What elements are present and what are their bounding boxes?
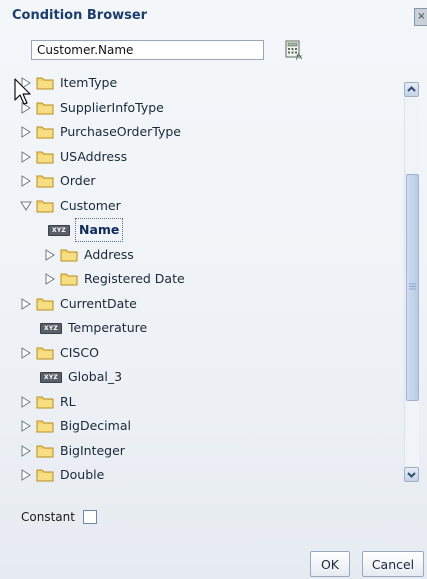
tree-scrollbar[interactable] <box>404 82 419 482</box>
constant-checkbox[interactable] <box>82 510 97 524</box>
folder-icon <box>36 126 54 139</box>
triangle-expander-icon[interactable] <box>20 346 32 359</box>
tree-item[interactable]: Double <box>20 464 104 486</box>
chevron-up-icon <box>407 86 416 92</box>
folder-icon <box>60 249 78 261</box>
tree-item-label: Temperature <box>68 320 148 335</box>
folder-icon <box>36 175 54 188</box>
condition-tree: ItemType SupplierInfoType PurchaseOrderT… <box>20 72 420 490</box>
triangle-expander-icon[interactable] <box>20 77 32 89</box>
tree-item[interactable]: Address <box>44 244 134 266</box>
scroll-up-button[interactable] <box>404 82 419 97</box>
condition-browser-dialog: Condition Browser × fx ItemType <box>0 0 427 579</box>
tree-item[interactable]: ItemType <box>20 72 117 94</box>
folder-icon <box>36 151 54 163</box>
triangle-expander-icon[interactable] <box>20 200 32 212</box>
expression-builder-icon[interactable]: fx <box>285 40 304 61</box>
tree-item-label: Address <box>84 246 134 262</box>
tree-item[interactable]: Registered Date <box>44 268 185 290</box>
tree-item-label: Global_3 <box>68 369 123 384</box>
triangle-expander-icon[interactable] <box>20 444 32 457</box>
tree-item[interactable]: CurrentDate <box>20 293 137 315</box>
tree-item-label: PurchaseOrderType <box>60 124 181 139</box>
tree-item[interactable]: RL <box>20 391 76 413</box>
folder-icon <box>36 298 54 310</box>
folder-icon <box>36 420 54 433</box>
constant-option: Constant <box>21 510 97 524</box>
folder-icon <box>36 396 54 408</box>
tree-item-label: Name <box>74 218 124 242</box>
tree-item[interactable]: CISCO <box>20 342 99 364</box>
triangle-expander-icon[interactable] <box>20 150 32 163</box>
tree-item[interactable]: Order <box>20 170 96 192</box>
ok-button[interactable]: OK <box>310 551 350 577</box>
tree-item[interactable]: XYZ Global_3 <box>40 366 122 388</box>
tree-item-label: CurrentDate <box>60 295 137 311</box>
triangle-expander-icon[interactable] <box>20 469 32 481</box>
tree-item[interactable]: PurchaseOrderType <box>20 121 181 143</box>
tree-item[interactable]: SupplierInfoType <box>20 97 164 119</box>
tree-item-label: USAddress <box>60 148 128 164</box>
tree-item-label: SupplierInfoType <box>60 99 164 115</box>
folder-icon <box>36 77 54 90</box>
cancel-button[interactable]: Cancel <box>362 551 424 577</box>
triangle-expander-icon[interactable] <box>20 395 32 408</box>
svg-text:fx: fx <box>295 53 303 60</box>
close-icon[interactable]: × <box>414 8 427 26</box>
folder-icon <box>36 445 54 457</box>
xyz-element-icon: XYZ <box>48 224 70 236</box>
tree-item[interactable]: XYZ Name <box>48 218 124 242</box>
xyz-element-icon: XYZ <box>40 322 62 334</box>
tree-item-label: BigInteger <box>60 442 125 458</box>
tree-item[interactable]: USAddress <box>20 146 127 168</box>
grip-icon <box>409 283 416 290</box>
folder-icon <box>36 102 54 114</box>
tree-item-label: Double <box>60 467 105 482</box>
chevron-down-icon <box>407 472 416 478</box>
title-bar: Condition Browser × <box>0 0 427 32</box>
scroll-thumb[interactable] <box>406 174 419 401</box>
triangle-expander-icon[interactable] <box>44 248 56 261</box>
tree-item[interactable]: Customer <box>20 195 121 217</box>
tree-item-label: Customer <box>60 197 121 213</box>
triangle-expander-icon[interactable] <box>20 126 32 138</box>
folder-icon <box>36 200 54 212</box>
folder-icon <box>60 273 78 286</box>
triangle-expander-icon[interactable] <box>20 101 32 114</box>
triangle-expander-icon[interactable] <box>20 297 32 310</box>
triangle-expander-icon[interactable] <box>20 175 32 187</box>
expression-input[interactable] <box>31 40 264 60</box>
tree-item-label: RL <box>60 393 76 409</box>
tree-item-label: Order <box>60 173 96 188</box>
folder-icon <box>36 347 54 359</box>
scroll-down-button[interactable] <box>404 467 419 482</box>
tree-item[interactable]: XYZ Temperature <box>40 317 147 339</box>
tree-item[interactable]: BigDecimal <box>20 415 131 437</box>
xyz-element-icon: XYZ <box>40 371 62 383</box>
triangle-expander-icon[interactable] <box>44 273 56 285</box>
folder-icon <box>36 469 54 482</box>
constant-label: Constant <box>21 510 75 524</box>
tree-item-label: Registered Date <box>84 271 185 286</box>
dialog-title: Condition Browser <box>12 8 148 23</box>
triangle-expander-icon[interactable] <box>20 420 32 432</box>
tree-item-label: BigDecimal <box>60 418 131 433</box>
tree-item-label: ItemType <box>60 75 118 90</box>
tree-item-label: CISCO <box>60 344 99 360</box>
scroll-track[interactable] <box>404 98 419 466</box>
tree-item[interactable]: BigInteger <box>20 440 125 462</box>
